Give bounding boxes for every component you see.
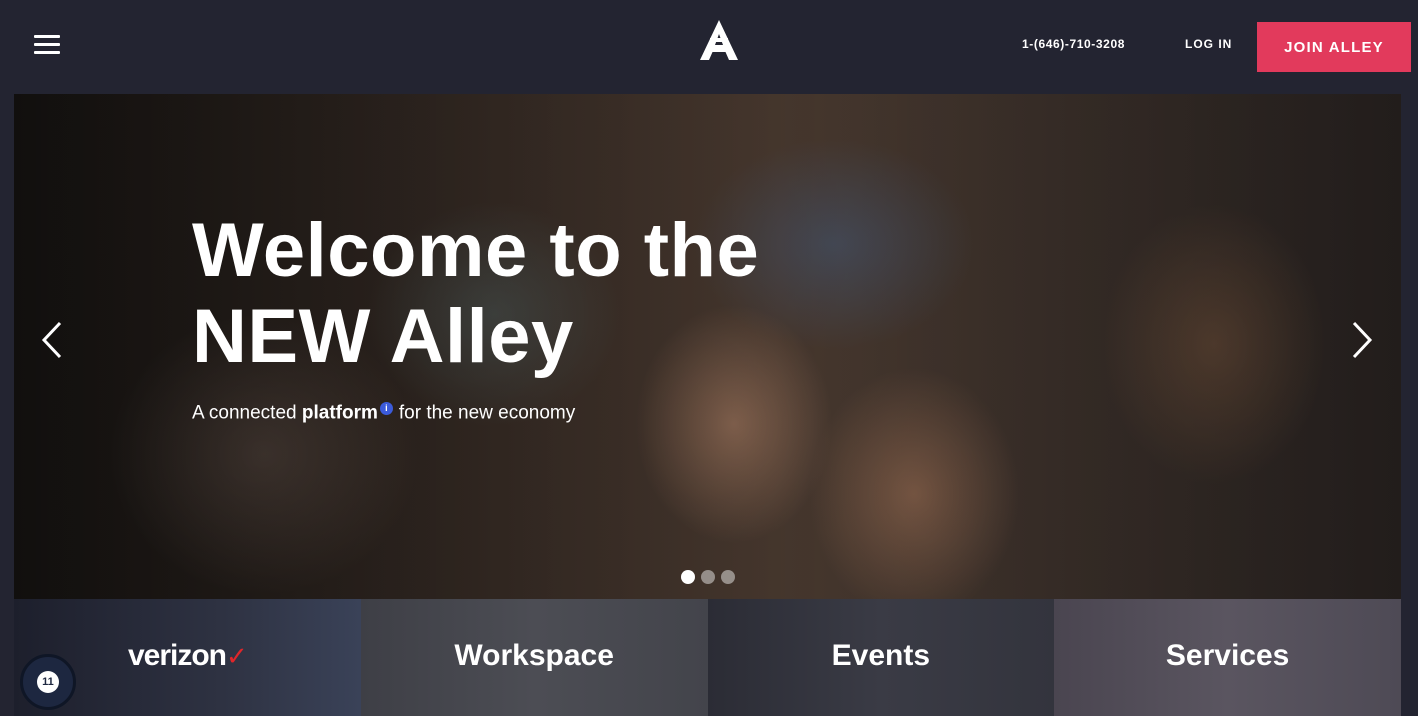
headline-line-1: Welcome to the xyxy=(192,208,760,293)
notification-badge[interactable]: 11 xyxy=(20,654,76,710)
subline-prefix: A connected xyxy=(192,402,302,424)
phone-number-link[interactable]: 1-(646)-710-3208 xyxy=(1022,37,1125,51)
tile-label: Services xyxy=(1165,638,1290,672)
tile-workspace[interactable]: Workspace xyxy=(360,599,708,716)
tile-events[interactable]: Events xyxy=(707,599,1055,716)
subline-bold: platform xyxy=(301,402,378,424)
top-navigation-bar: 1-(646)-710-3208 LOG IN JOIN ALLEY xyxy=(0,0,1418,94)
join-alley-button[interactable]: JOIN ALLEY xyxy=(1257,22,1411,72)
carousel-prev-arrow-icon[interactable] xyxy=(40,320,64,360)
tile-services[interactable]: Services xyxy=(1054,599,1401,716)
hero-headline: Welcome to the NEW Alley xyxy=(192,208,912,380)
verizon-logo: verizon✓ xyxy=(127,638,248,672)
hero-subline: A connected platform i for the new economy xyxy=(192,402,575,424)
tile-label: Events xyxy=(831,638,931,672)
carousel-dot-3[interactable] xyxy=(721,570,735,584)
menu-icon[interactable] xyxy=(34,35,60,55)
alley-logo[interactable] xyxy=(700,20,738,60)
carousel-dot-2[interactable] xyxy=(701,570,715,584)
carousel-next-arrow-icon[interactable] xyxy=(1350,320,1374,360)
carousel-pagination xyxy=(681,570,735,584)
subline-suffix: for the new economy xyxy=(398,402,576,424)
info-icon[interactable]: i xyxy=(379,402,393,415)
tile-label: Workspace xyxy=(454,638,614,672)
notification-count: 11 xyxy=(37,671,59,693)
feature-tiles: verizon✓ Workspace Events Services xyxy=(14,599,1401,716)
hero-carousel: Welcome to the NEW Alley A connected pla… xyxy=(14,94,1401,599)
log-in-link[interactable]: LOG IN xyxy=(1185,37,1232,51)
headline-line-2: NEW Alley xyxy=(192,294,574,379)
carousel-dot-1[interactable] xyxy=(681,570,695,584)
